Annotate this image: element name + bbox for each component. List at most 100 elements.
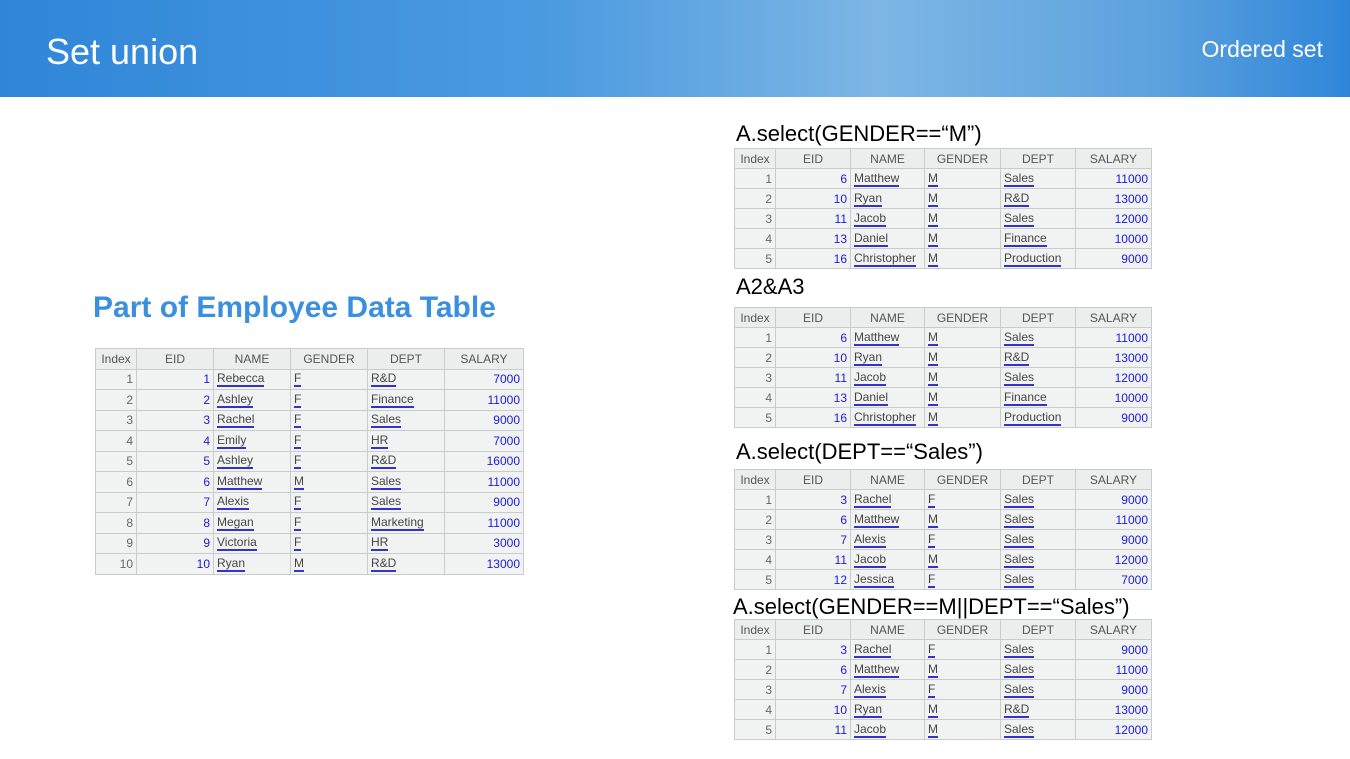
- cell-dept[interactable]: R&D: [367, 450, 445, 472]
- column-header: GENDER: [924, 619, 1001, 640]
- cell-dept[interactable]: Sales: [1000, 509, 1076, 530]
- cell-gender[interactable]: M: [924, 327, 1001, 348]
- cell-name[interactable]: Jacob: [850, 208, 925, 229]
- cell-dept[interactable]: Marketing: [367, 512, 445, 534]
- cell-name[interactable]: Jacob: [850, 549, 925, 570]
- cell-dept[interactable]: Sales: [1000, 529, 1076, 550]
- cell-dept[interactable]: Sales: [1000, 569, 1076, 590]
- cell-dept[interactable]: HR: [367, 532, 445, 554]
- cell-name[interactable]: Ryan: [850, 347, 925, 368]
- cell-gender[interactable]: F: [924, 639, 1001, 660]
- column-header: SALARY: [1075, 619, 1152, 640]
- cell-gender[interactable]: M: [924, 719, 1001, 740]
- cell-name[interactable]: Ashley: [213, 450, 291, 472]
- column-header: DEPT: [1000, 307, 1076, 328]
- cell-name[interactable]: Christopher: [850, 248, 925, 269]
- cell-dept[interactable]: R&D: [1000, 188, 1076, 209]
- cell-dept[interactable]: Sales: [1000, 639, 1076, 660]
- cell-gender[interactable]: M: [924, 387, 1001, 408]
- cell-gender[interactable]: M: [924, 347, 1001, 368]
- cell-gender[interactable]: M: [290, 553, 368, 575]
- cell-gender[interactable]: M: [290, 471, 368, 493]
- cell-dept[interactable]: Sales: [367, 471, 445, 493]
- cell-dept[interactable]: Sales: [1000, 327, 1076, 348]
- cell-name[interactable]: Jessica: [850, 569, 925, 590]
- cell-dept[interactable]: HR: [367, 430, 445, 452]
- cell-name[interactable]: Rachel: [850, 489, 925, 510]
- cell-dept[interactable]: R&D: [1000, 347, 1076, 368]
- cell-name[interactable]: Ashley: [213, 389, 291, 411]
- cell-gender[interactable]: F: [290, 409, 368, 431]
- column-header: Index: [734, 469, 776, 490]
- table-row: 3 11 Jacob M Sales 12000: [734, 367, 1152, 388]
- cell-dept[interactable]: Sales: [1000, 489, 1076, 510]
- cell-name[interactable]: Rebecca: [213, 368, 291, 390]
- cell-gender[interactable]: M: [924, 699, 1001, 720]
- cell-gender[interactable]: F: [290, 491, 368, 513]
- cell-name[interactable]: Rachel: [850, 639, 925, 660]
- cell-dept[interactable]: Finance: [367, 389, 445, 411]
- cell-dept[interactable]: R&D: [367, 368, 445, 390]
- cell-eid: 10: [775, 347, 851, 368]
- cell-dept[interactable]: R&D: [367, 553, 445, 575]
- cell-gender[interactable]: M: [924, 208, 1001, 229]
- cell-name[interactable]: Megan: [213, 512, 291, 534]
- cell-name[interactable]: Victoria: [213, 532, 291, 554]
- cell-name[interactable]: Alexis: [850, 679, 925, 700]
- cell-name[interactable]: Ryan: [850, 188, 925, 209]
- cell-dept[interactable]: Sales: [1000, 719, 1076, 740]
- cell-dept[interactable]: Sales: [1000, 208, 1076, 229]
- table-row: 5 12 Jessica F Sales 7000: [734, 569, 1152, 590]
- cell-gender[interactable]: M: [924, 659, 1001, 680]
- cell-dept[interactable]: Sales: [367, 409, 445, 431]
- cell-gender[interactable]: M: [924, 509, 1001, 530]
- cell-name[interactable]: Matthew: [850, 168, 925, 189]
- cell-gender[interactable]: F: [924, 489, 1001, 510]
- cell-gender[interactable]: M: [924, 367, 1001, 388]
- cell-name[interactable]: Matthew: [850, 327, 925, 348]
- cell-gender[interactable]: M: [924, 188, 1001, 209]
- cell-dept[interactable]: Sales: [1000, 549, 1076, 570]
- column-header: NAME: [850, 619, 925, 640]
- cell-name[interactable]: Matthew: [213, 471, 291, 493]
- cell-name[interactable]: Rachel: [213, 409, 291, 431]
- cell-name[interactable]: Ryan: [850, 699, 925, 720]
- cell-gender[interactable]: M: [924, 168, 1001, 189]
- cell-dept[interactable]: R&D: [1000, 699, 1076, 720]
- cell-gender[interactable]: F: [290, 512, 368, 534]
- cell-dept[interactable]: Production: [1000, 248, 1076, 269]
- cell-dept[interactable]: Sales: [1000, 168, 1076, 189]
- cell-name[interactable]: Jacob: [850, 719, 925, 740]
- header-row: Index EID NAME GENDER DEPT SALARY: [734, 148, 1152, 169]
- cell-gender[interactable]: M: [924, 248, 1001, 269]
- cell-gender[interactable]: F: [924, 529, 1001, 550]
- cell-name[interactable]: Christopher: [850, 407, 925, 428]
- cell-name[interactable]: Alexis: [213, 491, 291, 513]
- cell-gender[interactable]: F: [290, 532, 368, 554]
- cell-gender[interactable]: M: [924, 549, 1001, 570]
- cell-gender[interactable]: F: [924, 679, 1001, 700]
- cell-name[interactable]: Matthew: [850, 509, 925, 530]
- cell-name[interactable]: Alexis: [850, 529, 925, 550]
- cell-name[interactable]: Jacob: [850, 367, 925, 388]
- cell-dept[interactable]: Sales: [1000, 659, 1076, 680]
- cell-gender[interactable]: M: [924, 407, 1001, 428]
- cell-gender[interactable]: F: [290, 430, 368, 452]
- cell-gender[interactable]: F: [290, 450, 368, 472]
- cell-name[interactable]: Emily: [213, 430, 291, 452]
- cell-dept[interactable]: Finance: [1000, 387, 1076, 408]
- cell-dept[interactable]: Production: [1000, 407, 1076, 428]
- cell-gender[interactable]: F: [290, 389, 368, 411]
- cell-dept[interactable]: Sales: [1000, 367, 1076, 388]
- cell-dept[interactable]: Finance: [1000, 228, 1076, 249]
- cell-name[interactable]: Ryan: [213, 553, 291, 575]
- cell-gender[interactable]: F: [924, 569, 1001, 590]
- cell-name[interactable]: Daniel: [850, 387, 925, 408]
- cell-dept[interactable]: Sales: [1000, 679, 1076, 700]
- cell-gender[interactable]: F: [290, 368, 368, 390]
- cell-dept[interactable]: Sales: [367, 491, 445, 513]
- table-row: 4 13 Daniel M Finance 10000: [734, 387, 1152, 408]
- cell-name[interactable]: Matthew: [850, 659, 925, 680]
- cell-gender[interactable]: M: [924, 228, 1001, 249]
- cell-name[interactable]: Daniel: [850, 228, 925, 249]
